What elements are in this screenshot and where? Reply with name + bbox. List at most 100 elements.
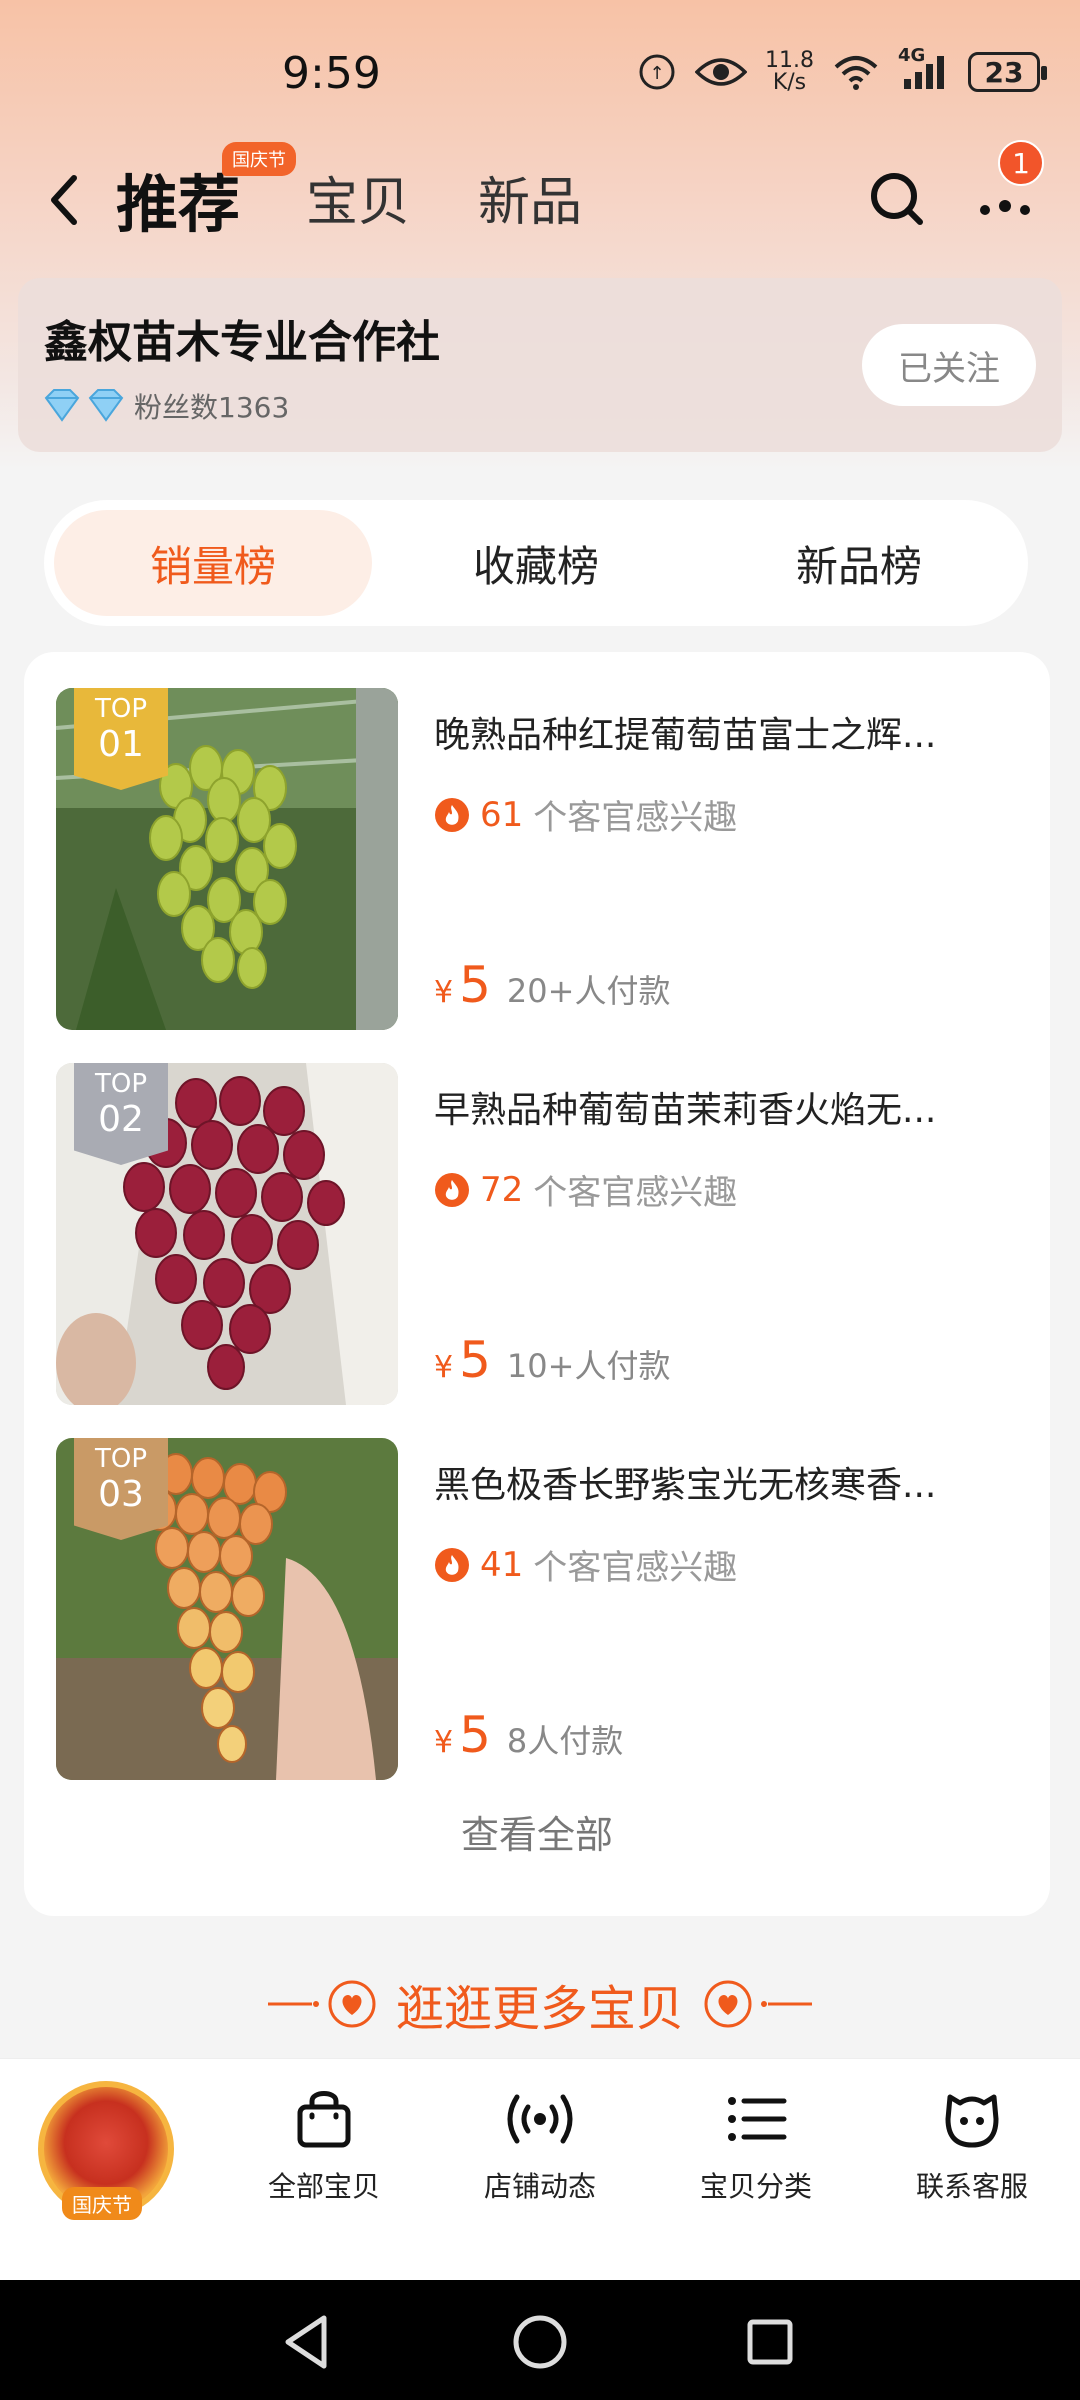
currency-symbol: ¥ xyxy=(434,975,454,1010)
tab-label: 店铺动态 xyxy=(483,2170,596,2203)
interest-count: 72 xyxy=(480,1169,524,1210)
list-item[interactable]: TOP 02 早熟品种葡萄苗茉莉香火焰无... 72 个客官感兴趣 ¥ 5 10… xyxy=(56,1063,1026,1405)
product-price: 5 xyxy=(459,1706,491,1764)
product-title[interactable]: 黑色极香长野紫宝光无核寒香... xyxy=(434,1456,994,1508)
interest-info: 61 个客官感兴趣 xyxy=(434,790,737,839)
paid-count: 10+人付款 xyxy=(506,1347,671,1385)
data-saver-icon: ↑ xyxy=(637,52,677,92)
rank-label: TOP xyxy=(94,694,148,724)
tab-favorites-rank[interactable]: 收藏榜 xyxy=(377,510,695,616)
tab-label: 宝贝分类 xyxy=(699,2170,812,2203)
rank-badge: TOP 03 xyxy=(74,1438,168,1540)
back-button[interactable] xyxy=(40,170,90,230)
ranking-list: TOP 01 晚熟品种红提葡萄苗富士之辉... 61 个客官感兴趣 ¥ 5 20… xyxy=(24,652,1050,1916)
product-title[interactable]: 晚熟品种红提葡萄苗富士之辉... xyxy=(434,706,994,758)
tab-new[interactable]: 新品 xyxy=(478,160,582,235)
follow-button[interactable]: 已关注 xyxy=(862,324,1036,406)
interest-suffix: 个客官感兴趣 xyxy=(533,1548,738,1588)
tab-items[interactable]: 宝贝 xyxy=(306,160,410,235)
product-price: 5 xyxy=(459,1331,491,1389)
status-icons: ↑ 11.8 K/s 4G 23 xyxy=(637,45,1047,94)
product-title[interactable]: 早熟品种葡萄苗茉莉香火焰无... xyxy=(434,1081,994,1133)
banner-left-decoration xyxy=(267,1979,378,2029)
tab-shop-updates[interactable]: 店铺动态 xyxy=(460,2087,620,2205)
more-items-banner[interactable]: 逛逛更多宝贝 xyxy=(0,1964,1080,2044)
battery-indicator: 23 xyxy=(968,52,1047,92)
paid-count: 8人付款 xyxy=(506,1722,624,1760)
search-button[interactable] xyxy=(868,170,928,230)
notification-badge: 1 xyxy=(998,140,1044,186)
network-speed: 11.8 K/s xyxy=(765,50,814,94)
top-navigation: 推荐 国庆节 宝贝 新品 1 xyxy=(0,140,1080,260)
tab-label: 联系客服 xyxy=(915,2170,1028,2203)
list-item[interactable]: TOP 01 晚熟品种红提葡萄苗富士之辉... 61 个客官感兴趣 ¥ 5 20… xyxy=(56,688,1026,1030)
rank-number: 03 xyxy=(98,1474,144,1515)
battery-level: 23 xyxy=(984,55,1024,89)
system-recents-button[interactable] xyxy=(738,2310,802,2374)
status-bar: 9:59 ↑ 11.8 K/s 4G 23 xyxy=(0,0,1080,150)
status-time: 9:59 xyxy=(282,48,381,99)
product-image[interactable]: TOP 01 xyxy=(56,688,398,1030)
interest-count: 41 xyxy=(480,1544,524,1585)
fire-icon xyxy=(435,1547,469,1582)
wifi-icon xyxy=(832,53,880,91)
shop-level-diamonds xyxy=(42,388,126,422)
tab-new-rank[interactable]: 新品榜 xyxy=(700,510,1018,616)
tab-label: 全部宝贝 xyxy=(267,2170,380,2203)
currency-symbol: ¥ xyxy=(434,1350,454,1385)
shop-name[interactable]: 鑫权苗木专业合作社 xyxy=(44,306,440,370)
tab-item-categories[interactable]: 宝贝分类 xyxy=(676,2087,836,2205)
view-all-link[interactable]: 查看全部 xyxy=(24,1804,1050,1859)
shopping-bag-icon xyxy=(297,2091,351,2148)
interest-info: 72 个客官感兴趣 xyxy=(434,1165,737,1214)
eye-icon xyxy=(695,54,748,90)
triangle-back-icon xyxy=(285,2315,327,2369)
price-info: ¥ 5 8人付款 xyxy=(434,1706,623,1764)
interest-count: 61 xyxy=(480,794,524,835)
diamond-icon xyxy=(44,389,80,422)
more-items-label[interactable]: 逛逛更多宝贝 xyxy=(396,1969,684,2039)
back-arrow-icon xyxy=(51,175,77,225)
paid-count: 20+人付款 xyxy=(506,972,671,1010)
system-home-button[interactable] xyxy=(508,2310,572,2374)
network-type: 4G xyxy=(898,45,926,66)
tab-all-items[interactable]: 全部宝贝 xyxy=(244,2087,404,2205)
square-recents-icon xyxy=(747,2319,793,2365)
fire-icon xyxy=(435,797,469,832)
ranking-tabs: 销量榜 收藏榜 新品榜 xyxy=(44,500,1028,626)
interest-info: 41 个客官感兴趣 xyxy=(434,1540,737,1589)
interest-suffix: 个客官感兴趣 xyxy=(533,1173,738,1213)
product-image[interactable]: TOP 02 xyxy=(56,1063,398,1405)
rank-number: 01 xyxy=(98,724,144,765)
system-navigation-bar xyxy=(0,2280,1080,2400)
rank-badge: TOP 02 xyxy=(74,1063,168,1165)
rank-label: TOP xyxy=(94,1069,148,1099)
search-icon xyxy=(871,173,923,225)
list-icon xyxy=(728,2097,787,2141)
tab-customer-service[interactable]: 联系客服 xyxy=(892,2087,1052,2205)
fire-icon xyxy=(435,1172,469,1207)
broadcast-icon xyxy=(507,2094,573,2144)
festival-badge: 国庆节 xyxy=(222,142,296,176)
product-image[interactable]: TOP 03 xyxy=(56,1438,398,1780)
app-root: 9:59 ↑ 11.8 K/s 4G 23 推荐 国庆节 宝贝 新品 1 鑫权苗… xyxy=(0,0,1080,2400)
rank-label: TOP xyxy=(94,1444,148,1474)
list-item[interactable]: TOP 03 黑色极香长野紫宝光无核寒香... 41 个客官感兴趣 ¥ 5 8人… xyxy=(56,1438,1026,1780)
product-price: 5 xyxy=(459,956,491,1014)
price-info: ¥ 5 10+人付款 xyxy=(434,1331,670,1389)
system-back-button[interactable] xyxy=(276,2310,340,2374)
diamond-icon xyxy=(88,389,124,422)
circle-home-icon xyxy=(513,2315,567,2369)
signal-icon: 4G xyxy=(898,45,950,91)
currency-symbol: ¥ xyxy=(434,1725,454,1760)
logo-festival-label: 国庆节 xyxy=(62,2187,142,2220)
shop-info-card: 鑫权苗木专业合作社 粉丝数1363 已关注 xyxy=(18,278,1062,452)
interest-suffix: 个客官感兴趣 xyxy=(533,798,738,838)
shop-fans-count: 粉丝数1363 xyxy=(134,391,290,424)
customer-service-icon xyxy=(945,2094,999,2148)
price-info: ¥ 5 20+人付款 xyxy=(434,956,670,1014)
rank-number: 02 xyxy=(98,1099,144,1140)
rank-badge: TOP 01 xyxy=(74,688,168,790)
tab-sales-rank[interactable]: 销量榜 xyxy=(54,510,372,616)
network-speed-unit: K/s xyxy=(772,70,807,95)
